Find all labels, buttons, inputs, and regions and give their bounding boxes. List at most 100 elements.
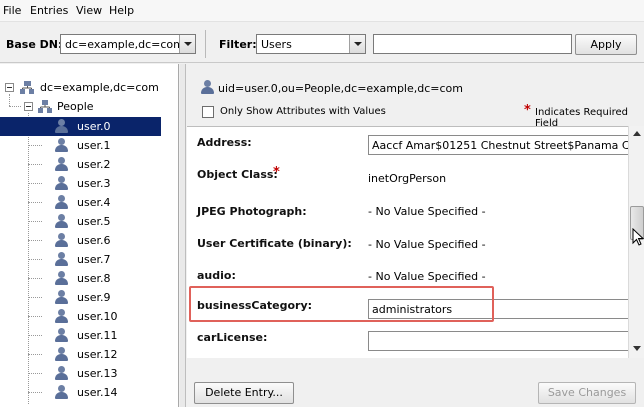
base-dn-value: dc=example,dc=com (65, 38, 184, 51)
menu-bar: File Entries View Help (0, 0, 644, 22)
tree-item-user[interactable]: user.6 (45, 231, 155, 250)
menu-file[interactable]: File (3, 4, 21, 17)
tree-line (9, 106, 21, 107)
tree-line (28, 183, 42, 184)
tree-user-label: user.11 (77, 329, 118, 342)
tree-item-user[interactable]: user.12 (45, 345, 155, 364)
entry-dn: uid=user.0,ou=People,dc=example,dc=com (218, 82, 463, 95)
save-changes-button[interactable]: Save Changes (538, 382, 636, 404)
tree-item-root[interactable]: dc=example,dc=com (18, 78, 168, 97)
tree-line (28, 259, 42, 260)
tree-user-label: user.0 (77, 120, 111, 133)
tree-line (28, 164, 42, 165)
user-icon (53, 119, 69, 134)
address-label: Address: (197, 136, 252, 149)
entry-tree: dc=example,dc=com People user.0 user.1 use… (0, 64, 179, 407)
user-icon (53, 271, 69, 286)
object-class-value: inetOrgPerson (368, 172, 447, 185)
tree-root-label: dc=example,dc=com (40, 81, 159, 94)
delete-entry-button[interactable]: Delete Entry... (194, 382, 294, 404)
user-icon (53, 252, 69, 267)
tree-item-user[interactable]: user.9 (45, 288, 155, 307)
tree-item-user[interactable]: user.2 (45, 155, 155, 174)
tree-line (28, 316, 42, 317)
user-icon (53, 214, 69, 229)
toolbar-divider (205, 30, 206, 58)
tree-line (28, 335, 42, 336)
tree-item-user[interactable]: user.0 (0, 117, 161, 136)
directory-icon (20, 81, 34, 94)
tree-line (28, 145, 42, 146)
tree-item-user[interactable]: user.14 (45, 383, 155, 402)
filter-label: Filter: (219, 38, 257, 51)
required-marker: * (273, 165, 280, 180)
tree-line (28, 221, 42, 222)
jpeg-photo-value: - No Value Specified - (368, 205, 486, 218)
tree-item-user[interactable]: user.1 (45, 136, 155, 155)
tree-item-user[interactable]: user.10 (45, 307, 155, 326)
tree-user-label: user.2 (77, 158, 111, 171)
required-marker: * (524, 103, 531, 118)
tree-item-user[interactable]: user.3 (45, 174, 155, 193)
filter-combo[interactable]: Users (256, 34, 366, 54)
tree-line (28, 373, 42, 374)
scroll-up-icon[interactable] (630, 127, 644, 141)
tree-user-label: user.8 (77, 272, 111, 285)
car-license-field[interactable] (368, 331, 628, 351)
tree-user-label: user.1 (77, 139, 111, 152)
tree-item-user[interactable]: user.5 (45, 212, 155, 231)
chevron-down-icon[interactable] (349, 35, 365, 53)
tree-user-label: user.3 (77, 177, 111, 190)
org-unit-icon (38, 100, 52, 113)
tree-line (28, 297, 42, 298)
user-icon (199, 80, 215, 95)
tree-line (28, 278, 42, 279)
user-icon (53, 347, 69, 362)
user-icon (53, 176, 69, 191)
tree-item-user[interactable]: user.11 (45, 326, 155, 345)
highlight-annotation (189, 286, 494, 322)
tree-line (28, 240, 42, 241)
tree-item-user[interactable]: user.13 (45, 364, 155, 383)
tree-user-label: user.5 (77, 215, 111, 228)
audio-value: - No Value Specified - (368, 270, 486, 283)
tree-people-label: People (57, 100, 94, 113)
only-show-values-checkbox[interactable] (202, 106, 214, 118)
jpeg-photo-label: JPEG Photograph: (197, 205, 307, 218)
only-show-values-label: Only Show Attributes with Values (220, 106, 386, 117)
user-icon (53, 138, 69, 153)
filter-text-input[interactable] (373, 34, 572, 54)
tree-user-label: user.14 (77, 386, 118, 399)
tree-user-label: user.9 (77, 291, 111, 304)
user-cert-label: User Certificate (binary): (197, 237, 352, 250)
menu-entries[interactable]: Entries (30, 4, 68, 17)
mouse-cursor-icon (632, 228, 644, 246)
collapse-toggle[interactable] (24, 102, 33, 111)
tree-line (9, 94, 10, 106)
tree-user-label: user.4 (77, 196, 111, 209)
car-license-label: carLicense: (197, 331, 268, 344)
tree-item-user[interactable]: user.8 (45, 269, 155, 288)
tree-user-label: user.7 (77, 253, 111, 266)
tree-item-user[interactable]: user.7 (45, 250, 155, 269)
tree-user-label: user.12 (77, 348, 118, 361)
base-dn-combo[interactable]: dc=example,dc=com (60, 34, 196, 54)
tree-line (28, 392, 42, 393)
apply-button[interactable]: Apply (575, 34, 637, 55)
tree-user-label: user.6 (77, 234, 111, 247)
user-icon (53, 195, 69, 210)
menu-help[interactable]: Help (109, 4, 134, 17)
tree-item-people[interactable]: People (36, 97, 166, 116)
scroll-down-icon[interactable] (630, 342, 644, 356)
chevron-down-icon[interactable] (179, 35, 195, 53)
filter-value: Users (261, 38, 292, 51)
user-icon (53, 290, 69, 305)
user-icon (53, 385, 69, 400)
menu-view[interactable]: View (76, 4, 102, 17)
user-cert-value: - No Value Specified - (368, 238, 486, 251)
address-field[interactable]: Aaccf Amar$01251 Chestnut Street$Panama … (368, 135, 628, 155)
user-icon (53, 157, 69, 172)
tree-item-user[interactable]: user.4 (45, 193, 155, 212)
collapse-toggle[interactable] (5, 83, 14, 92)
attribute-editor: Address: Aaccf Amar$01251 Chestnut Stree… (187, 126, 628, 358)
